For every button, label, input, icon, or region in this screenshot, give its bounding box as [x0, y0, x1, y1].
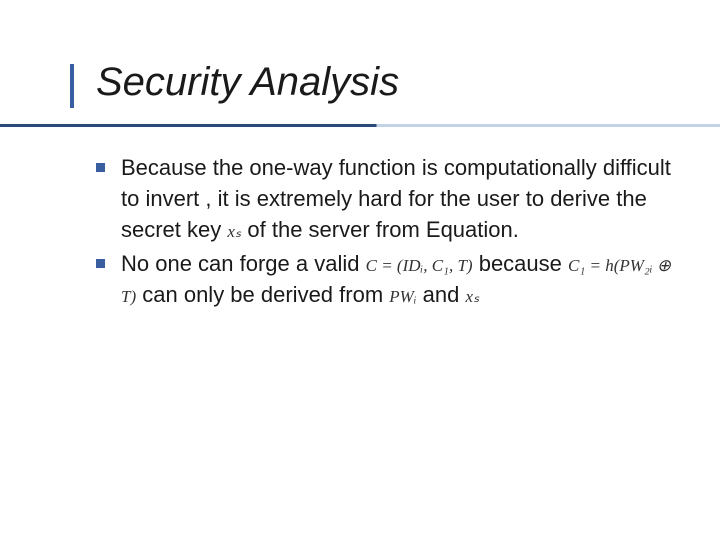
title-underline — [0, 124, 720, 127]
math-inline: xₛ — [465, 287, 479, 306]
bullet-text-segment: can only be derived from — [142, 282, 389, 307]
bullet-text-segment: because — [479, 251, 568, 276]
bullet-text-segment: No one can forge a valid — [121, 251, 366, 276]
bullet-square-icon — [96, 163, 105, 172]
title-block: Security Analysis — [96, 60, 672, 104]
slide-title: Security Analysis — [96, 60, 672, 104]
bullet-item: No one can forge a valid C = (IDᵢ, C₁, T… — [96, 248, 672, 310]
bullet-text-segment: of the server from Equation. — [247, 217, 518, 242]
bullet-item: Because the one-way function is computat… — [96, 152, 672, 246]
title-accent-bar — [70, 64, 74, 108]
math-inline: C = (IDᵢ, C₁, T) — [366, 256, 473, 275]
bullet-text: No one can forge a valid C = (IDᵢ, C₁, T… — [121, 248, 672, 310]
math-inline: PWᵢ — [389, 287, 416, 306]
bullet-text: Because the one-way function is computat… — [121, 152, 672, 246]
math-inline: xₛ — [227, 222, 241, 241]
bullet-square-icon — [96, 259, 105, 268]
slide: Security Analysis Because the one-way fu… — [0, 0, 720, 540]
content-area: Because the one-way function is computat… — [96, 152, 672, 310]
bullet-text-segment: and — [423, 282, 466, 307]
